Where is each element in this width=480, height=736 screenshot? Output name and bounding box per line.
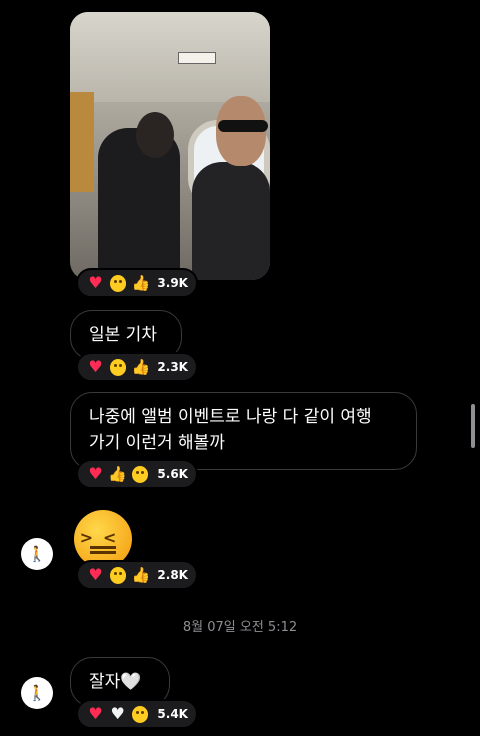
reaction-count: 5.6K: [157, 467, 188, 481]
message-text: 잘자🤍: [89, 672, 142, 692]
reaction-bar-msg1[interactable]: ♥ 👍 2.3K: [76, 352, 198, 382]
reaction-count: 5.4K: [157, 707, 188, 721]
photo-person-left-head: [136, 112, 174, 158]
sleepy-face-icon: [132, 705, 149, 723]
surprised-face-icon: [132, 465, 149, 483]
red-heart-icon: ♥: [88, 464, 103, 483]
thumbs-up-icon: 👍: [131, 274, 151, 292]
photo-sign: [178, 52, 216, 64]
timestamp: 8월 07일 오전 5:12: [182, 620, 298, 635]
reaction-bar-msg3[interactable]: ♥ ♥ 5.4K: [76, 699, 198, 729]
message-text-line: 가기 이런거 해볼까: [89, 433, 225, 453]
avatar[interactable]: 🚶: [21, 677, 53, 709]
message-text: 일본 기차: [89, 325, 157, 345]
red-heart-icon: ♥: [88, 704, 103, 723]
reaction-count: 3.9K: [157, 276, 188, 290]
white-heart-icon: ♥: [110, 704, 125, 723]
avatar-figure-icon: 🚶: [27, 684, 47, 702]
reaction-bar-photo[interactable]: ♥ 👍 3.9K: [76, 268, 198, 298]
reaction-count: 2.8K: [157, 568, 188, 582]
scrollbar[interactable]: [471, 404, 475, 448]
face-mouth: [90, 546, 116, 554]
avatar-figure-icon: 🚶: [27, 545, 47, 563]
red-heart-icon: ♥: [88, 565, 103, 584]
thumbs-up-icon: 👍: [108, 465, 127, 483]
laughing-face-icon: [110, 274, 127, 292]
photo-poster: [70, 92, 94, 192]
face-eyes: ><: [79, 528, 127, 547]
red-heart-icon: ♥: [88, 273, 103, 292]
photo-ceiling: [70, 12, 270, 102]
message-text-line: 나중에 앨범 이벤트로 나랑 다 같이 여행: [89, 407, 372, 427]
reaction-bar-emoji[interactable]: ♥ 👍 2.8K: [76, 560, 198, 590]
photo-sunglasses: [218, 120, 268, 132]
reaction-bar-msg2[interactable]: ♥ 👍 5.6K: [76, 459, 198, 489]
avatar[interactable]: 🚶: [21, 538, 53, 570]
thumbs-up-icon: 👍: [131, 358, 151, 376]
reaction-count: 2.3K: [157, 360, 188, 374]
surprised-face-icon: [110, 358, 127, 376]
photo-person-right: [192, 162, 270, 280]
photo-message[interactable]: [70, 12, 270, 280]
thumbs-up-icon: 👍: [131, 566, 151, 584]
red-heart-icon: ♥: [88, 357, 103, 376]
confounded-face-icon: [110, 566, 127, 584]
